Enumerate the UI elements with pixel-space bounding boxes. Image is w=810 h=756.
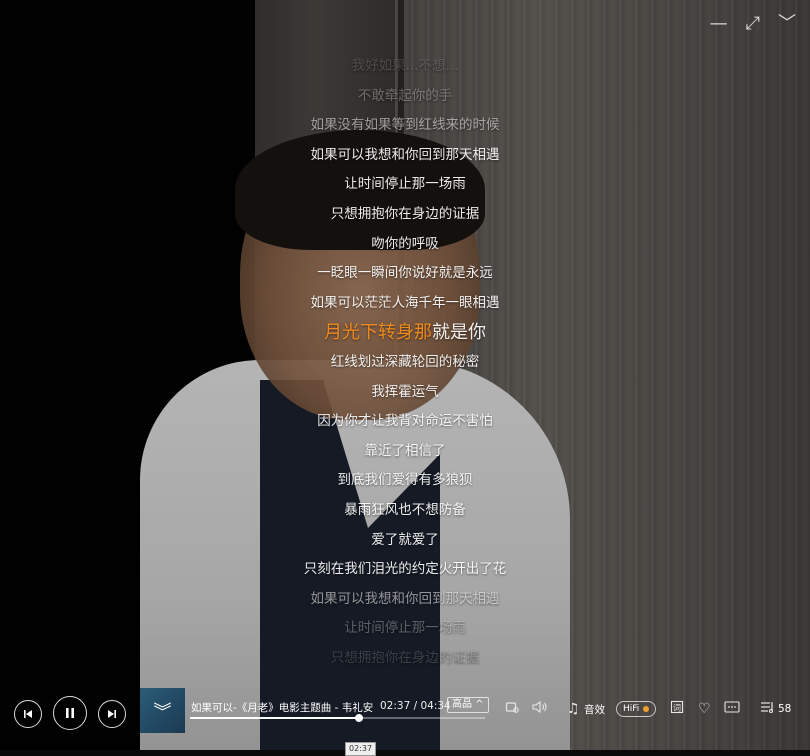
playlist-count: 58 — [778, 703, 792, 715]
progress-knob[interactable] — [355, 714, 364, 722]
lyric-unsung-part: 就是你 — [432, 322, 486, 344]
playlist-icon[interactable] — [760, 700, 776, 719]
progress-fill — [190, 717, 360, 719]
lyric-line: 让时间停止那一场雨 — [344, 176, 466, 193]
lyric-sung-part: 月光下转身那 — [324, 322, 432, 344]
player-bar: ︾ 如果可以-《月老》电影主题曲 - 韦礼安 02:37 / 04:34 高品 … — [0, 688, 810, 756]
music-note-icon[interactable]: ♫ — [567, 700, 580, 718]
volume-icon[interactable] — [532, 700, 548, 719]
chevron-double-down-icon: ︾ — [153, 701, 172, 723]
lyric-line: 我挥霍运气 — [371, 383, 439, 400]
lyric-line: 如果可以茫茫人海千年一眼相遇 — [310, 294, 500, 311]
lyrics-word-icon[interactable]: 词 — [670, 700, 684, 719]
song-title[interactable]: 如果可以-《月老》电影主题曲 - 韦礼安 — [191, 700, 373, 715]
hifi-label: HiFi — [623, 704, 640, 714]
lyric-line: 爱了就爱了 — [371, 531, 439, 548]
window-controls: — ⤢ ﹀ — [710, 14, 796, 34]
chevron-down-icon[interactable]: ﹀ — [778, 14, 796, 34]
heart-icon[interactable]: ♡ — [698, 700, 711, 718]
previous-button[interactable] — [14, 700, 42, 728]
next-button[interactable] — [98, 700, 126, 728]
quality-selector[interactable]: 高品 ^ — [447, 697, 489, 713]
progress-tooltip: 02:37 — [345, 742, 377, 756]
current-lyric-line: 月光下转身那就是你 — [230, 318, 580, 348]
album-cover[interactable]: ︾ — [140, 688, 185, 733]
lyric-line: 如果可以我想和你回到那天相遇 — [310, 590, 500, 607]
svg-text:词: 词 — [673, 704, 681, 713]
lyric-line: 吻你的呼吸 — [371, 235, 439, 252]
lyric-line: 我好如果...不想... — [351, 58, 459, 74]
time-display: 02:37 / 04:34 — [380, 700, 451, 712]
pause-button[interactable] — [53, 696, 87, 730]
lyrics-panel: 我好如果...不想... 不敢牵起你的手 如果没有如果等到红线来的时候 如果可以… — [230, 52, 580, 673]
lyric-line: 只想拥抱你在身边的证据 — [330, 649, 480, 666]
more-icon[interactable] — [724, 700, 740, 719]
lyrics-device-icon[interactable] — [505, 700, 519, 719]
skip-forward-icon — [108, 710, 116, 718]
minimize-icon[interactable]: — — [710, 14, 728, 34]
lyric-line: 不敢牵起你的手 — [357, 87, 453, 104]
progress-bar[interactable] — [190, 714, 485, 722]
lyric-line: 一眨眼一瞬间你说好就是永远 — [317, 265, 493, 282]
sound-effect-label[interactable]: 音效 — [584, 702, 605, 717]
skip-back-icon — [24, 710, 32, 718]
lyric-line: 因为你才让我背对命运不害怕 — [317, 413, 493, 430]
lyric-line: 如果可以我想和你回到那天相遇 — [310, 146, 500, 163]
lyric-line: 如果没有如果等到红线来的时候 — [310, 117, 500, 134]
lyric-line: 到底我们爱得有多狼狈 — [337, 472, 473, 489]
fullscreen-icon[interactable]: ⤢ — [746, 14, 760, 34]
pause-icon — [66, 708, 74, 718]
lyric-line: 红线划过深藏轮回的秘密 — [330, 353, 480, 370]
lyric-line: 暴雨狂风也不想防备 — [344, 501, 466, 518]
hifi-toggle[interactable]: HiFi — [616, 701, 657, 717]
lyric-line: 只想拥抱你在身边的证据 — [330, 205, 480, 222]
hifi-dot-icon — [643, 705, 650, 712]
lyric-line: 靠近了相信了 — [364, 442, 446, 459]
lyric-line: 让时间停止那一场雨 — [344, 620, 466, 637]
lyric-line: 只刻在我们泪光的约定火开出了花 — [303, 561, 507, 578]
